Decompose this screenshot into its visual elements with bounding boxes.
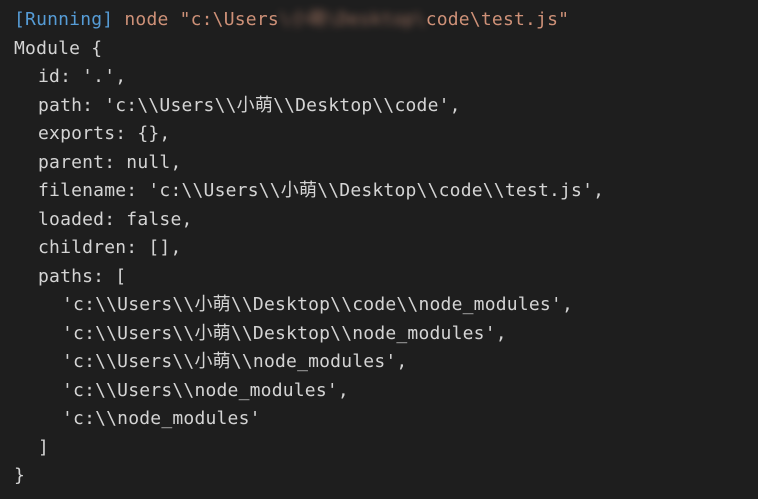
path-entry: 'c:\\node_modules' xyxy=(62,408,261,429)
running-status: [Running] xyxy=(14,9,114,30)
path-entry: 'c:\\Users\\node_modules', xyxy=(62,379,349,401)
output-line-parent: parent: null, xyxy=(38,151,182,173)
module-close: } xyxy=(14,465,26,486)
path-entry: 'c:\\Users\\小萌\\Desktop\\code\\node_modu… xyxy=(62,294,573,315)
output-line-paths: paths: [ xyxy=(38,265,127,287)
module-open: Module { xyxy=(14,37,103,59)
output-line-path: path: 'c:\\Users\\小萌\\Desktop\\code', xyxy=(38,94,461,116)
run-command-suffix: code\test.js" xyxy=(425,9,570,30)
path-entry: 'c:\\Users\\小萌\\Desktop\\node_modules', xyxy=(62,322,507,344)
redacted-path-segment: \小萌\Desktop\ xyxy=(278,9,426,30)
path-entry: 'c:\\Users\\小萌\\node_modules', xyxy=(62,351,408,372)
output-line-loaded: loaded: false, xyxy=(38,208,193,230)
run-header: [Running] node "c:\Users\小萌\Desktop\code… xyxy=(0,6,758,35)
output-line-filename: filename: 'c:\\Users\\小萌\\Desktop\\code\… xyxy=(38,180,605,201)
paths-close: ] xyxy=(38,436,50,458)
run-command-prefix: node "c:\Users xyxy=(113,9,279,30)
output-line-children: children: [], xyxy=(38,237,182,258)
output-panel: [Running] node "c:\Users\小萌\Desktop\code… xyxy=(0,0,758,499)
output-line-exports: exports: {}, xyxy=(38,123,171,144)
output-line-id: id: '.', xyxy=(38,66,127,87)
